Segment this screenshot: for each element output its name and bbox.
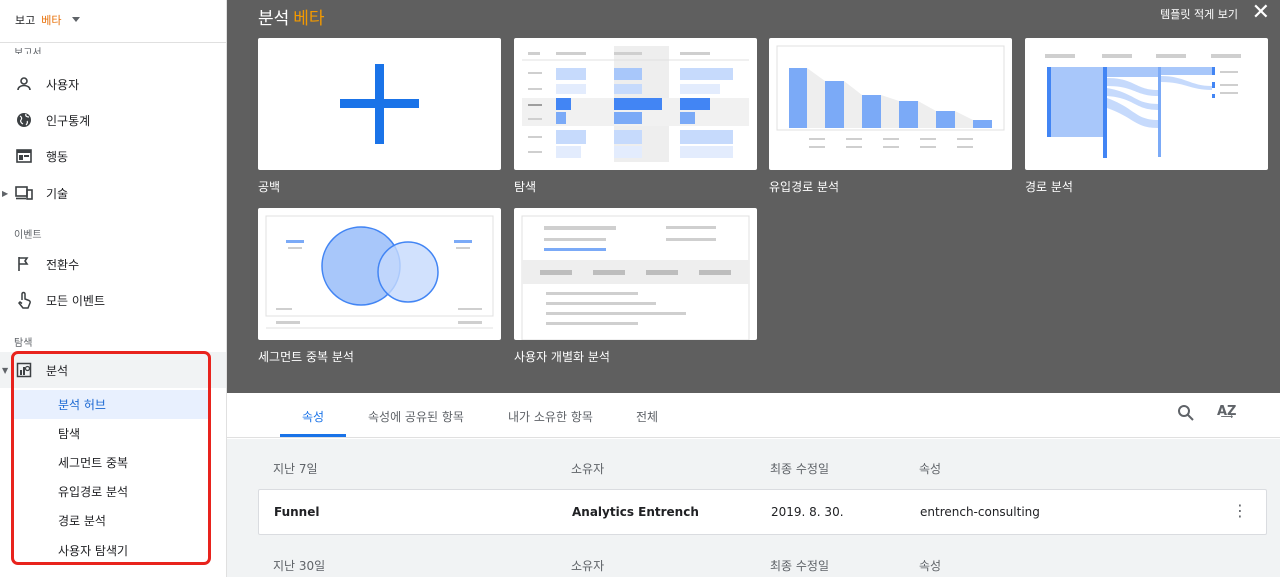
devices-icon [15,184,33,202]
report-mode-label: 보고 [15,14,36,27]
dropdown-caret-icon [71,17,80,22]
section-explore: 탐색 [14,338,33,349]
sidebar-item-users[interactable]: 사용자 [0,66,226,102]
template-card-blank[interactable] [258,38,501,170]
modified-column-header: 최종 수정일 [770,559,830,573]
group-period-header: 지난 7일 [273,462,318,476]
template-card-exploration[interactable] [514,38,757,170]
sidebar-item-label: 인구통계 [46,113,91,128]
row-modified: 2019. 8. 30. [771,505,844,519]
sidebar-item-analysis[interactable]: ▼ 분석 [0,352,226,388]
sidebar-item-label: 분석 [46,363,69,378]
tab-shared-with-property[interactable]: 속성에 공유된 항목 [368,408,464,425]
template-label: 유입경로 분석 [769,180,840,194]
tab-owned-by-me[interactable]: 내가 소유한 항목 [508,408,593,425]
search-icon[interactable] [1177,404,1195,426]
group-period-header: 지난 30일 [273,559,326,573]
person-icon [15,75,33,93]
report-mode-selector[interactable]: 보고 베타 [0,0,226,40]
sidebar-item-tech[interactable]: ▶ 기술 [0,175,226,211]
template-label: 공백 [258,180,281,194]
owner-column-header: 소유자 [571,462,605,476]
modified-column-header: 최종 수정일 [770,462,830,476]
close-icon[interactable]: ✕ [1252,2,1270,24]
row-name: Funnel [274,505,320,519]
sidebar-item-behavior[interactable]: 행동 [0,138,226,174]
section-events: 이벤트 [14,230,42,241]
path-thumbnail [1045,54,1241,158]
exploration-thumbnail [522,46,749,162]
section-reports: 보고서 [14,48,42,54]
sidebar-item-label: 모든 이벤트 [46,293,106,308]
user-explorer-thumbnail [521,215,750,340]
funnel-thumbnail [776,45,1005,148]
sidebar-item-label: 기술 [46,186,69,201]
template-card-user-explorer[interactable] [514,208,757,340]
template-card-path[interactable] [1025,38,1268,170]
active-tab-indicator [280,434,346,437]
show-fewer-templates-link[interactable]: 템플릿 적게 보기 [1160,6,1238,22]
sidebar-item-demographics[interactable]: 인구통계 [0,102,226,138]
sidebar-sub-segment-overlap[interactable]: 세그먼트 중복 [14,448,210,477]
sidebar-item-label: 전환수 [46,257,80,272]
analysis-list: 지난 7일 소유자 최종 수정일 속성 Funnel Analytics Ent… [227,439,1280,577]
filter-tabs: 속성 속성에 공유된 항목 내가 소유한 항목 전체 A͢Z [227,394,1280,438]
row-owner: Analytics Entrench [572,505,699,519]
sidebar: 보고 베타 보고서 사용자 인구통계 행동 ▶ 기술 이벤트 전환수 모든 이벤… [0,0,227,577]
plus-icon [340,64,419,144]
template-label: 경로 분석 [1025,180,1073,194]
template-label: 사용자 개별화 분석 [514,350,610,364]
sort-az-icon[interactable]: A͢Z [1217,404,1237,419]
web-icon [15,147,33,165]
template-card-funnel[interactable] [769,38,1012,170]
gallery-title-text: 분석 [258,9,290,29]
touch-icon [15,291,33,309]
property-column-header: 속성 [919,559,942,573]
segment-overlap-thumbnail [265,215,494,329]
sidebar-item-conversions[interactable]: 전환수 [0,246,226,282]
beta-badge: 베타 [41,14,62,27]
template-label: 탐색 [514,180,537,194]
table-row[interactable]: Funnel Analytics Entrench 2019. 8. 30. e… [258,489,1267,535]
divider [0,42,226,43]
sidebar-sub-funnel[interactable]: 유입경로 분석 [14,477,210,506]
property-column-header: 속성 [919,462,942,476]
sidebar-item-label: 행동 [46,149,69,164]
template-label: 세그먼트 중복 분석 [258,350,354,364]
globe-icon [15,111,33,129]
flag-icon [15,255,33,273]
sidebar-item-label: 사용자 [46,77,80,92]
sidebar-sub-exploration[interactable]: 탐색 [14,419,210,448]
tab-property[interactable]: 속성 [302,408,324,425]
collapse-arrow-icon: ▼ [2,365,9,375]
sidebar-sub-path[interactable]: 경로 분석 [14,506,210,535]
tab-all[interactable]: 전체 [636,408,658,425]
expand-arrow-icon: ▶ [2,188,9,198]
analysis-icon [15,361,33,379]
sidebar-sub-analysis-hub[interactable]: 분석 허브 [14,390,210,419]
gallery-title: 분석 베타 [258,4,325,29]
template-gallery: 분석 베타 템플릿 적게 보기 ✕ 공백 탐색 유입경로 분석 경로 분석 세그… [227,0,1280,393]
sidebar-sub-user-explorer[interactable]: 사용자 탐색기 [14,536,210,565]
template-card-segment-overlap[interactable] [258,208,501,340]
gallery-beta-badge: 베타 [293,9,325,29]
owner-column-header: 소유자 [571,559,605,573]
row-property: entrench-consulting [920,505,1040,519]
sidebar-item-all-events[interactable]: 모든 이벤트 [0,282,226,318]
more-vert-icon[interactable]: ⋮ [1232,501,1248,520]
